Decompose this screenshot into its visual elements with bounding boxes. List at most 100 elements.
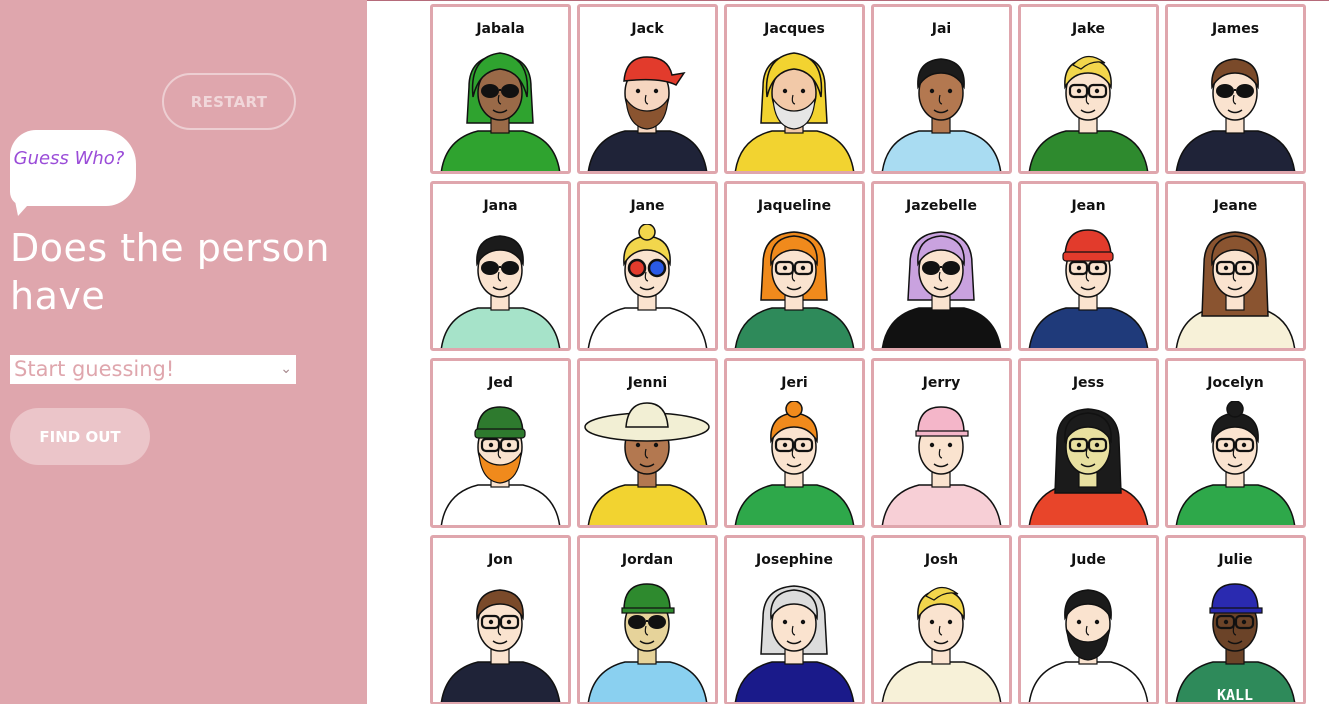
- character-portrait: [440, 235, 561, 348]
- character-name: Jack: [631, 21, 664, 37]
- shirt: [734, 484, 855, 525]
- eye: [506, 619, 512, 625]
- character-card[interactable]: Jane: [577, 181, 718, 351]
- character-card[interactable]: Jon: [430, 535, 571, 704]
- character-card[interactable]: Jake: [1018, 4, 1159, 174]
- character-card[interactable]: Jordan: [577, 535, 718, 704]
- shirt: [734, 130, 855, 171]
- character-card[interactable]: James: [1165, 4, 1306, 174]
- character-name: Jeri: [781, 375, 808, 391]
- question-select[interactable]: Start guessing! ⌄: [10, 355, 296, 384]
- eye: [929, 619, 935, 625]
- character-portrait: [587, 583, 708, 702]
- character-name: Jed: [488, 375, 513, 391]
- eye: [653, 88, 659, 94]
- character-card[interactable]: Jabala: [430, 4, 571, 174]
- eye: [800, 88, 806, 94]
- shirt-text: KALL: [1217, 686, 1253, 704]
- eye: [1094, 88, 1100, 94]
- eye: [1076, 88, 1082, 94]
- eye: [1076, 265, 1082, 271]
- character-card[interactable]: Jocelyn: [1165, 358, 1306, 528]
- character-portrait: [1175, 401, 1296, 525]
- character-card[interactable]: Jai: [871, 4, 1012, 174]
- character-portrait: [587, 224, 708, 348]
- character-card[interactable]: Josephine: [724, 535, 865, 704]
- character-card[interactable]: Jean: [1018, 181, 1159, 351]
- sunglasses: [628, 615, 646, 629]
- character-name: Jon: [488, 552, 513, 568]
- sunglasses: [481, 261, 499, 275]
- character-portrait: [1175, 58, 1296, 171]
- character-portrait: [881, 231, 1002, 348]
- eye: [782, 619, 788, 625]
- character-name: Jeane: [1213, 198, 1258, 214]
- character-card[interactable]: Jenni: [577, 358, 718, 528]
- character-portrait: [1175, 231, 1296, 348]
- eye: [929, 88, 935, 94]
- character-card[interactable]: Jack: [577, 4, 718, 174]
- character-name: Jacques: [764, 21, 825, 37]
- eye: [1094, 619, 1100, 625]
- shirt: [1028, 307, 1149, 348]
- eye: [947, 442, 953, 448]
- shirt: [587, 130, 708, 171]
- eye: [1223, 619, 1229, 625]
- character-name: Jabala: [476, 21, 525, 37]
- select-value: Start guessing!: [14, 357, 175, 381]
- chevron-down-icon: ⌄: [280, 361, 292, 377]
- character-card[interactable]: Jacques: [724, 4, 865, 174]
- character-card[interactable]: Jazebelle: [871, 181, 1012, 351]
- shirt: [881, 484, 1002, 525]
- shirt: [440, 661, 561, 702]
- cap: [623, 583, 671, 611]
- character-portrait: [1028, 229, 1149, 348]
- eye: [635, 88, 641, 94]
- character-card[interactable]: Josh: [871, 535, 1012, 704]
- character-portrait: [440, 52, 561, 171]
- character-portrait: [1028, 55, 1149, 171]
- shirt: [587, 661, 708, 702]
- character-card[interactable]: Jude: [1018, 535, 1159, 704]
- character-portrait: [584, 402, 710, 525]
- character-board: Jabala Jack Jacques Jai Jake James Jana Jane Jaq…: [430, 4, 1307, 704]
- character-name: Jude: [1071, 552, 1106, 568]
- character-portrait: [881, 58, 1002, 171]
- character-portrait: [734, 52, 855, 171]
- character-portrait: [440, 589, 561, 702]
- find-out-button[interactable]: FIND OUT: [10, 408, 150, 465]
- shirt: [734, 661, 855, 702]
- character-portrait: [881, 586, 1002, 702]
- sunglasses: [922, 261, 940, 275]
- character-card[interactable]: Jess: [1018, 358, 1159, 528]
- eye: [1094, 265, 1100, 271]
- character-card[interactable]: Jeane: [1165, 181, 1306, 351]
- eye: [800, 619, 806, 625]
- shirt: [1175, 484, 1296, 525]
- character-card[interactable]: Jana: [430, 181, 571, 351]
- character-card[interactable]: Jed: [430, 358, 571, 528]
- character-card[interactable]: Jerry: [871, 358, 1012, 528]
- eye: [929, 442, 935, 448]
- sunglasses: [481, 84, 499, 98]
- shirt: [440, 307, 561, 348]
- eye: [800, 442, 806, 448]
- character-card[interactable]: Jaqueline: [724, 181, 865, 351]
- character-name: Josh: [924, 552, 959, 568]
- character-name: Jana: [483, 198, 518, 214]
- character-name: Jazebelle: [906, 198, 977, 214]
- eye: [1076, 619, 1082, 625]
- hair-bun: [785, 401, 803, 418]
- restart-button[interactable]: RESTART: [162, 73, 296, 130]
- 3d-glasses: [627, 258, 647, 278]
- speech-bubble-tail: [14, 196, 36, 216]
- eye: [782, 88, 788, 94]
- character-portrait: [734, 585, 855, 702]
- character-card[interactable]: Jeri: [724, 358, 865, 528]
- eye: [1241, 442, 1247, 448]
- shirt: [1028, 130, 1149, 171]
- character-card[interactable]: Julie KALL: [1165, 535, 1306, 704]
- character-portrait: [734, 401, 855, 525]
- hair-bun: [638, 224, 656, 241]
- character-name: Jaqueline: [757, 198, 832, 214]
